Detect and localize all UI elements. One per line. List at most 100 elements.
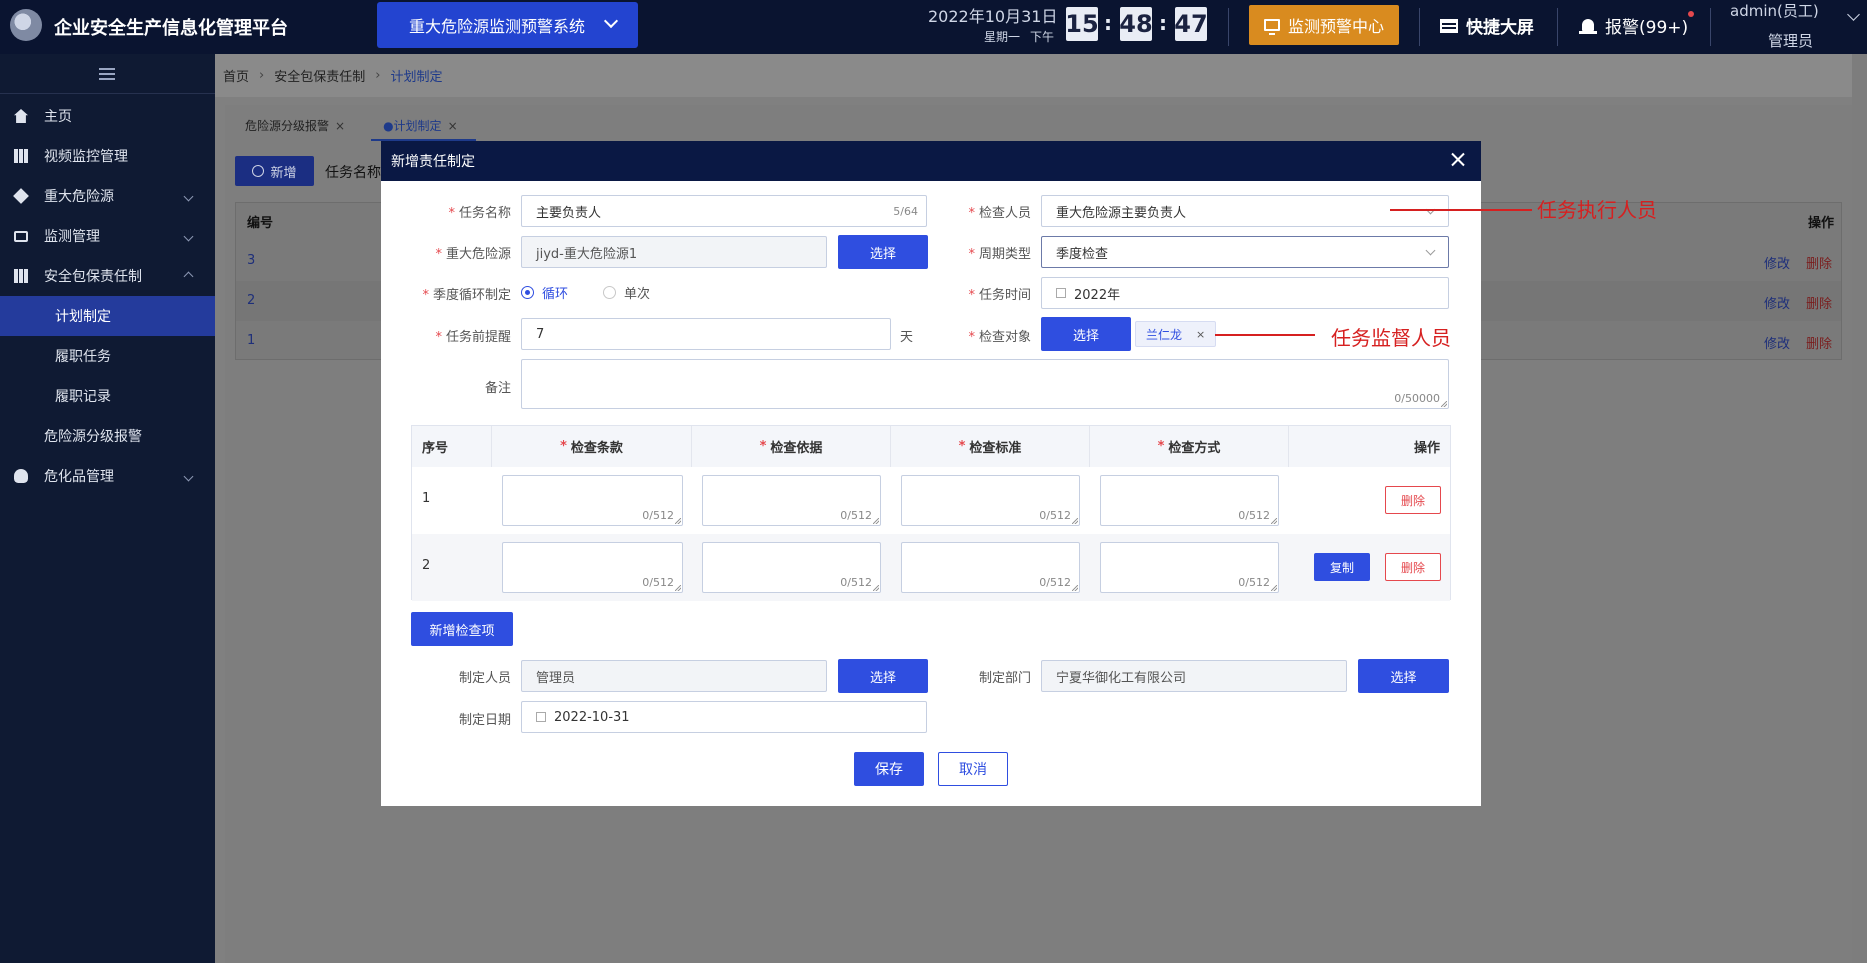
radio-label: 单次: [624, 287, 651, 302]
edit-link[interactable]: 修改: [1764, 333, 1790, 352]
breadcrumb-separator: ›: [259, 68, 265, 83]
system-select[interactable]: 重大危险源监测预警系统: [377, 2, 638, 48]
sidebar-item-chemicals[interactable]: 危化品管理: [0, 456, 215, 496]
bell-icon: [1579, 17, 1597, 35]
tab-hazard-alarm[interactable]: 危险源分级报警 ×: [225, 105, 363, 141]
save-button[interactable]: 保存: [854, 752, 924, 786]
chevron-down-icon: [183, 231, 194, 241]
reminder-input[interactable]: 7: [521, 318, 891, 350]
remark-textarea[interactable]: 0/50000: [521, 359, 1449, 409]
chevron-down-icon: [603, 13, 619, 29]
sidebar-item-label: 危险源分级报警: [44, 429, 142, 445]
grid-icon: [14, 269, 28, 283]
target-tag: 兰仁龙 ×: [1135, 321, 1217, 347]
edit-link[interactable]: 修改: [1764, 253, 1790, 272]
close-icon[interactable]: ×: [448, 119, 458, 133]
radio-single[interactable]: 单次: [603, 283, 650, 302]
weekday: 星期一: [984, 30, 1021, 44]
standard-textarea[interactable]: 0/512: [901, 542, 1080, 593]
breadcrumb-item[interactable]: 安全包保责任制: [274, 66, 365, 85]
sidebar-item-monitoring[interactable]: 监测管理: [0, 216, 215, 256]
maker-select-button[interactable]: 选择: [838, 659, 928, 693]
annotation-line: [1215, 334, 1315, 336]
inspection-items-table: 序号 * 检查条款 * 检查依据 * 检查标准 * 检查方式 操作 1 0/512 0/…: [411, 425, 1451, 601]
standard-textarea[interactable]: 0/512: [901, 475, 1080, 526]
add-inspection-item-button[interactable]: 新增检查项: [411, 612, 513, 646]
task-time-picker[interactable]: 2022年: [1041, 277, 1449, 309]
logo-icon: [10, 9, 42, 41]
dept-label: 制定部门: [978, 671, 1031, 686]
breadcrumb-current: 计划制定: [390, 70, 443, 85]
screen-icon: [1440, 18, 1458, 33]
tab-plan[interactable]: ●计划制定 ×: [363, 105, 476, 141]
user-role: 管理员: [1768, 32, 1814, 50]
delete-row-button[interactable]: 删除: [1385, 486, 1441, 514]
delete-link[interactable]: 删除: [1806, 253, 1832, 272]
sidebar-item-plan[interactable]: 计划制定: [0, 296, 215, 336]
radio-cycle[interactable]: 循环: [521, 283, 568, 302]
header-text: 检查条款: [570, 441, 623, 456]
close-icon[interactable]: [1447, 149, 1469, 171]
edit-link[interactable]: 修改: [1764, 293, 1790, 312]
clause-textarea[interactable]: 0/512: [502, 542, 683, 593]
hazard-select-button[interactable]: 选择: [838, 235, 928, 269]
delete-link[interactable]: 删除: [1806, 333, 1832, 352]
clock-minutes: 48: [1119, 7, 1153, 41]
quick-screen-link[interactable]: 快捷大屏: [1440, 13, 1534, 38]
menu-collapse-icon[interactable]: [99, 68, 115, 80]
method-textarea[interactable]: 0/512: [1100, 542, 1279, 593]
sidebar-item-hazard[interactable]: 重大危险源: [0, 176, 215, 216]
inspector-select[interactable]: 重大危险源主要负责人: [1041, 195, 1449, 227]
sidebar-item-label: 履职任务: [55, 349, 111, 365]
header-text: 检查依据: [770, 441, 823, 456]
sidebar-item-label: 视频监控管理: [44, 149, 128, 165]
weekday-text: 星期一 下午: [984, 28, 1054, 45]
delete-link[interactable]: 删除: [1806, 293, 1832, 312]
basis-textarea[interactable]: 0/512: [702, 542, 881, 593]
char-count: 0/512: [1039, 509, 1071, 522]
cycle-type-select[interactable]: 季度检查: [1041, 236, 1449, 268]
chevron-down-icon[interactable]: [1847, 8, 1860, 21]
method-textarea[interactable]: 0/512: [1100, 475, 1279, 526]
column-header: 操作: [1289, 426, 1450, 467]
sidebar-item-duty-task[interactable]: 履职任务: [0, 336, 215, 376]
row-number: 1: [247, 333, 256, 348]
char-count: 0/512: [642, 509, 674, 522]
monitor-center-button[interactable]: 监测预警中心: [1249, 5, 1399, 45]
label-text: 检查人员: [978, 206, 1031, 221]
date-picker[interactable]: 2022-10-31: [521, 701, 927, 733]
hazard-label: * 重大危险源: [435, 247, 511, 262]
cancel-button[interactable]: 取消: [938, 752, 1008, 786]
basis-textarea[interactable]: 0/512: [702, 475, 881, 526]
char-count: 0/512: [1238, 576, 1270, 589]
char-count: 0/512: [840, 576, 872, 589]
row-number: 2: [247, 293, 256, 308]
alarm-link[interactable]: 报警(99+): [1579, 13, 1688, 38]
user-name[interactable]: admin(员工): [1730, 0, 1819, 21]
breadcrumb-item[interactable]: 首页: [223, 66, 249, 85]
dept-select-button[interactable]: 选择: [1358, 659, 1449, 693]
chevron-down-icon: [183, 471, 194, 481]
maker-value: 管理员: [536, 670, 576, 686]
delete-row-button[interactable]: 删除: [1385, 553, 1441, 581]
scrollbar[interactable]: [1852, 54, 1867, 963]
close-icon[interactable]: ×: [335, 119, 345, 133]
sidebar-item-responsibility[interactable]: 安全包保责任制: [0, 256, 215, 296]
annotation-supervisor: 任务监督人员: [1331, 326, 1451, 350]
sidebar-item-hazard-alarm[interactable]: 危险源分级报警: [0, 416, 215, 456]
sidebar-item-duty-record[interactable]: 履职记录: [0, 376, 215, 416]
clause-textarea[interactable]: 0/512: [502, 475, 683, 526]
add-label: 新增: [270, 165, 297, 181]
clock-seconds: 47: [1174, 7, 1208, 41]
sidebar-item-label: 履职记录: [55, 389, 111, 405]
task-name-value: 主要负责人: [536, 205, 602, 221]
copy-row-button[interactable]: 复制: [1314, 553, 1370, 581]
add-button[interactable]: 新增: [235, 156, 314, 186]
divider: [1557, 8, 1558, 46]
close-icon[interactable]: ×: [1196, 328, 1205, 341]
task-name-input[interactable]: 主要负责人 5/64: [521, 195, 927, 227]
sidebar-item-video[interactable]: 视频监控管理: [0, 136, 215, 176]
target-select-button[interactable]: 选择: [1041, 317, 1131, 351]
unit-day: 天: [900, 330, 914, 345]
sidebar-item-home[interactable]: 主页: [0, 96, 215, 136]
